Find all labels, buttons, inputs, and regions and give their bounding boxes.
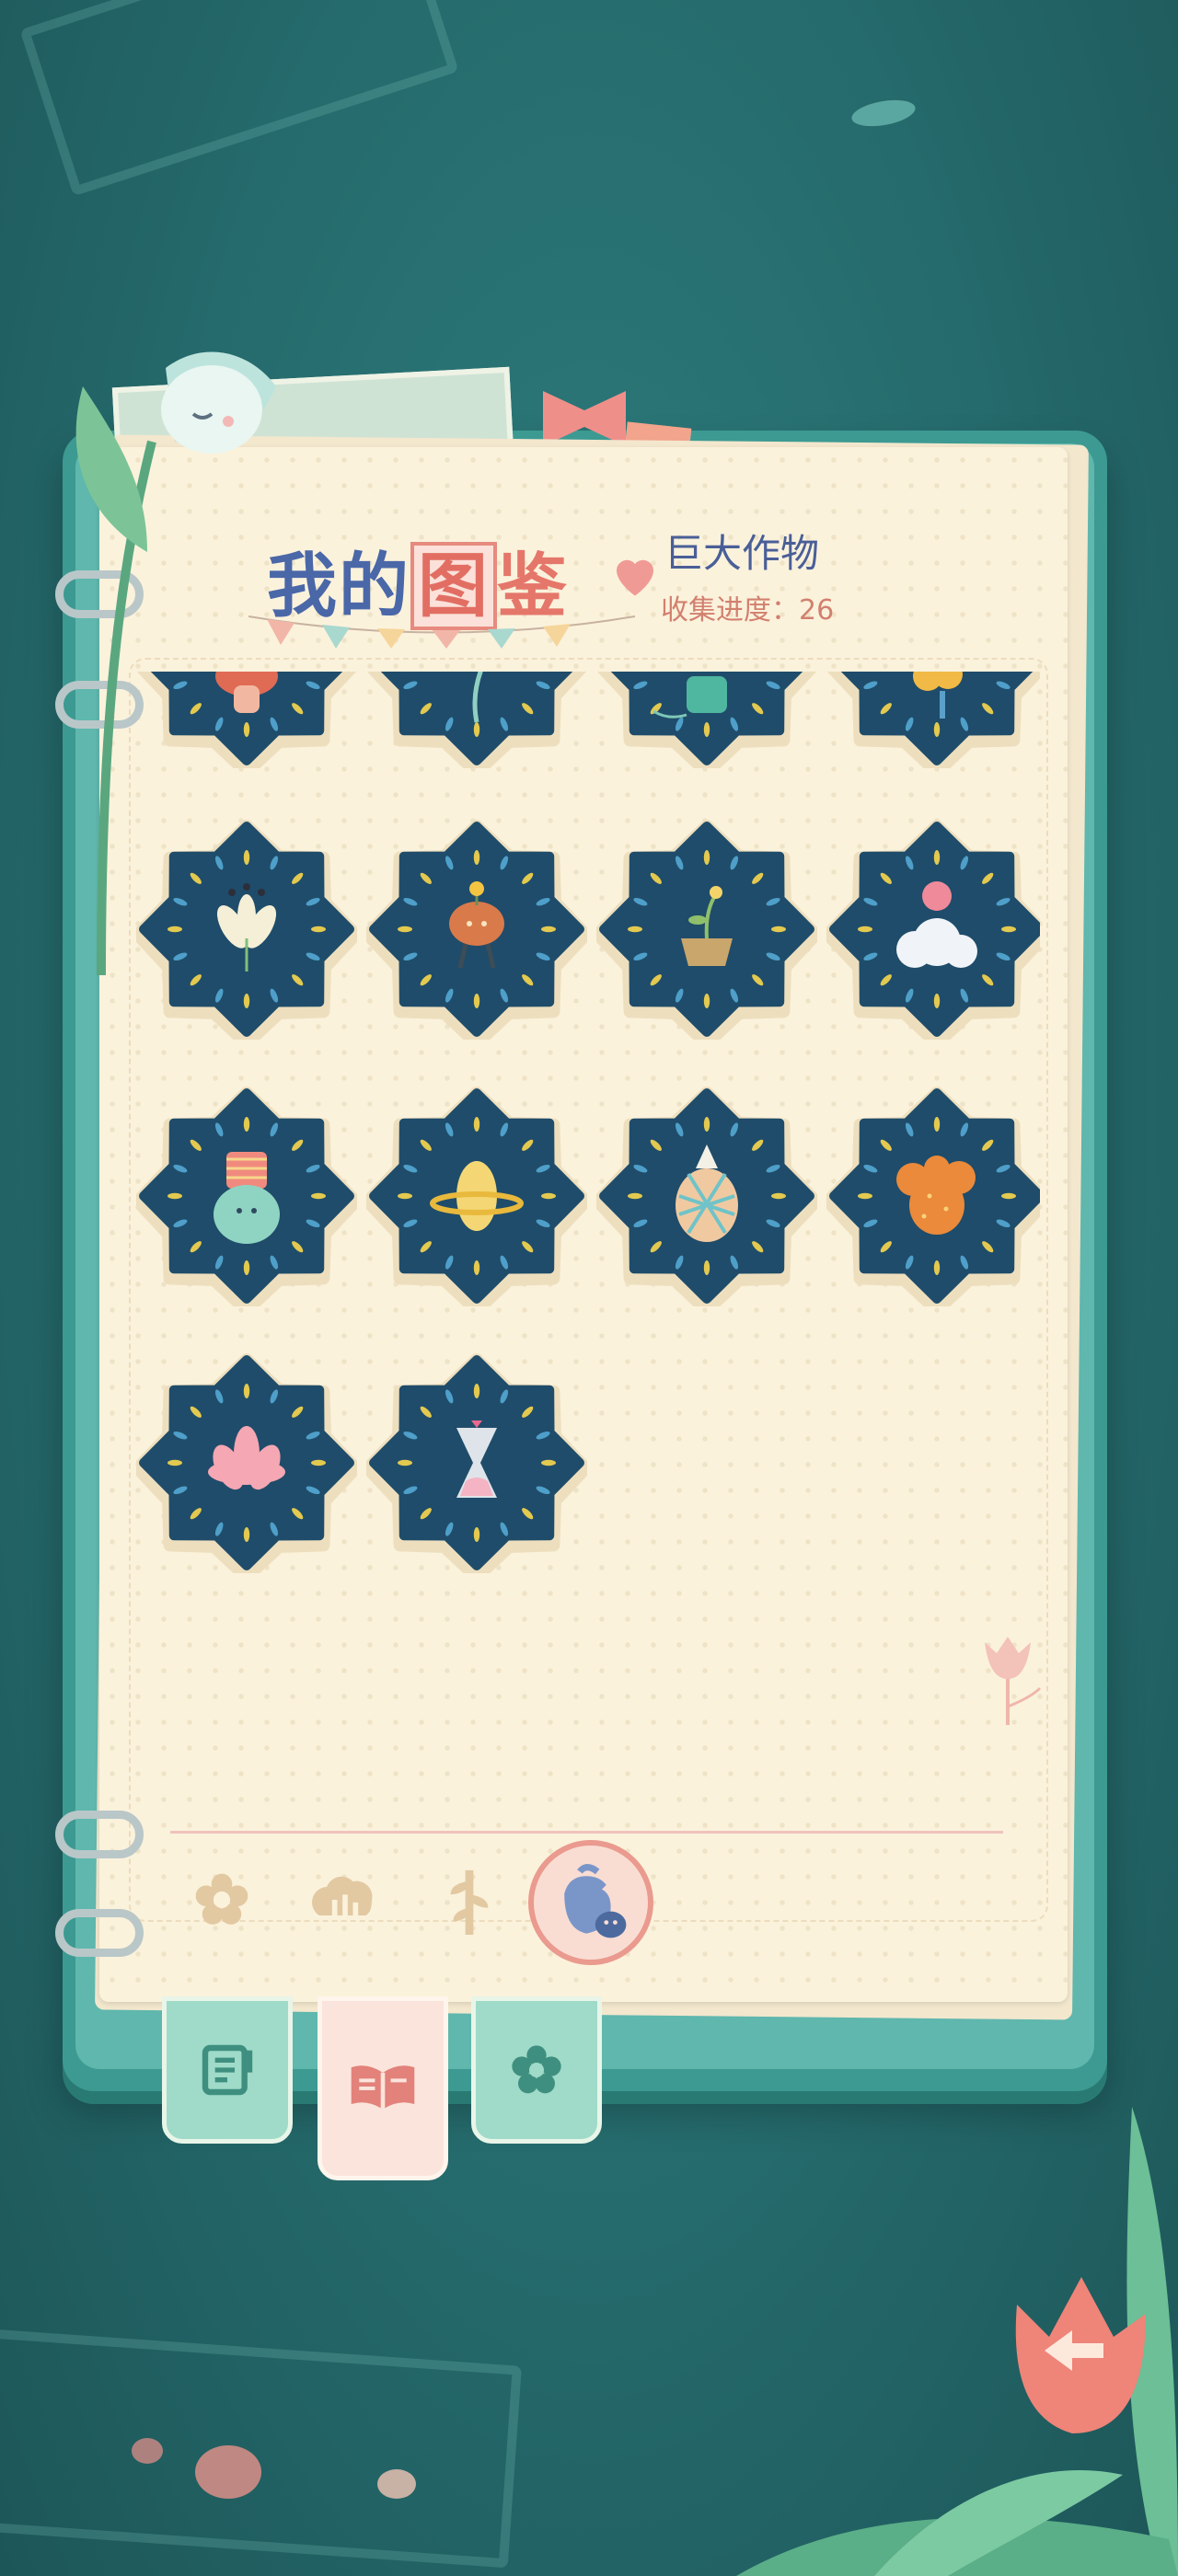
notebook-icon (202, 2044, 253, 2096)
collection-progress: 收集进度：26 (661, 587, 834, 627)
collection-item-cloud-peach[interactable] (826, 819, 1040, 1040)
background-petal (377, 2469, 416, 2499)
collection-item-woven-jar-ghost[interactable] (136, 1086, 357, 1306)
collection-item-heart-hourglass[interactable] (366, 1352, 587, 1573)
background-petal (132, 2438, 163, 2464)
side-tab-collection[interactable] (318, 1996, 448, 2180)
background-petal (195, 2445, 261, 2499)
background-leaf (849, 96, 918, 131)
badge-frame (366, 1353, 587, 1573)
open-book-icon (351, 2065, 415, 2110)
badge-frame (366, 1087, 587, 1306)
side-tab-notes[interactable] (162, 1996, 293, 2144)
collection-item-orange-cactus[interactable] (826, 1086, 1040, 1306)
fern-icon (450, 1869, 489, 1935)
category-tab-ferns[interactable] (428, 1858, 511, 1941)
collection-item-walking-pot-flower[interactable] (366, 819, 587, 1040)
tulip-back-icon (1015, 2277, 1146, 2433)
badge-frame (136, 820, 357, 1040)
badge-frame (596, 820, 817, 1040)
bunting-decoration (248, 615, 635, 649)
background-paper (19, 0, 459, 197)
badge-frame (136, 1087, 357, 1306)
collection-item-digital-cactus[interactable] (596, 672, 817, 768)
flower-outline-icon (195, 1873, 248, 1925)
category-tab-flowers[interactable] (180, 1858, 263, 1941)
collection-item-clay-pot-sprout[interactable] (596, 819, 817, 1040)
badge-frame (826, 1087, 1040, 1306)
flower-tab-icon (512, 2045, 561, 2094)
category-name: 巨大作物 (664, 531, 820, 576)
collection-item-pink-lotus[interactable] (136, 1352, 357, 1573)
collection-item-sparkle-sprout[interactable] (366, 672, 587, 768)
badge-frame (366, 820, 587, 1040)
collection-item-mosaic-pineapple[interactable] (596, 1086, 817, 1306)
binder-ring (55, 1909, 144, 1957)
collection-item-night-lily[interactable] (136, 819, 357, 1040)
progress-label: 收集进度： (661, 594, 799, 627)
collection-item-mushroom-creature[interactable] (136, 672, 357, 768)
back-button[interactable] (1008, 2249, 1155, 2470)
badge-frame (596, 672, 817, 768)
category-tab-bushes[interactable] (304, 1858, 387, 1941)
category-divider (170, 1831, 1003, 1834)
badge-frame (596, 1087, 817, 1306)
background-paper (0, 2326, 522, 2569)
title-banner: 我的图鉴 (221, 511, 663, 649)
side-tab-flowers[interactable] (471, 1996, 602, 2144)
bush-icon (312, 1876, 373, 1915)
badge-frame (366, 672, 587, 768)
giant-crop-icon (564, 1864, 627, 1938)
collection-item-ringed-planet-corn[interactable] (366, 1086, 587, 1306)
heart-icon (617, 559, 653, 596)
badge-frame (826, 672, 1040, 768)
collection-grid[interactable] (120, 672, 1040, 1684)
binder-ring (55, 1811, 144, 1858)
badge-frame (826, 820, 1040, 1040)
badge-frame (136, 672, 357, 768)
badge-frame (136, 1353, 357, 1573)
category-tab-giant-crops[interactable] (528, 1840, 653, 1965)
tulip-stamp-icon (985, 1637, 1042, 1725)
progress-value: 26 (799, 594, 835, 627)
collection-item-yellow-bloom[interactable] (826, 672, 1040, 768)
